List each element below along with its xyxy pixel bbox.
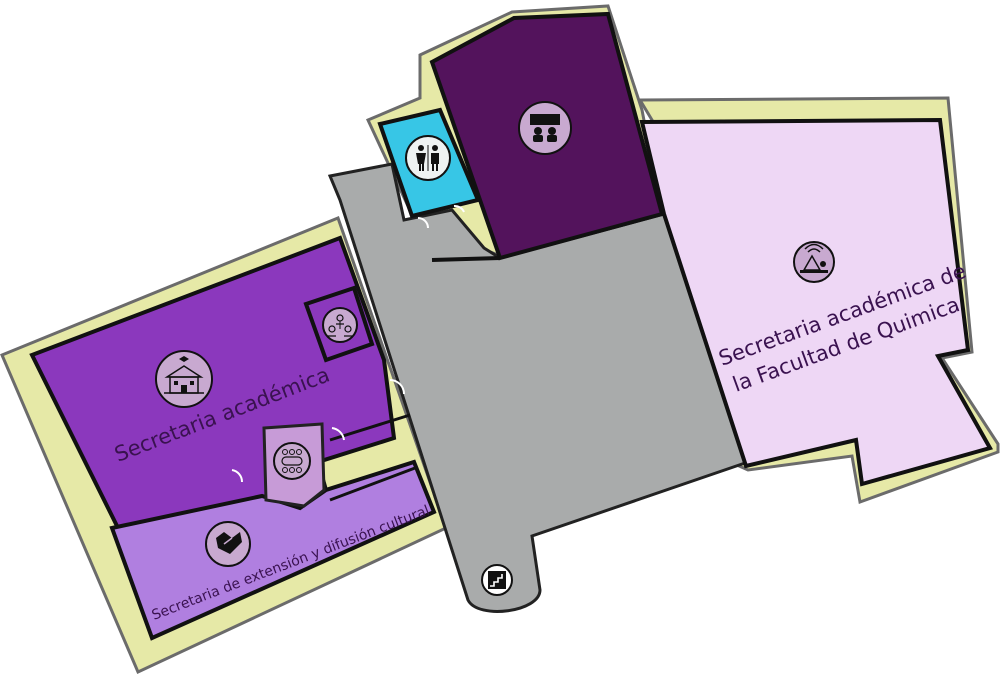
interior-wall: [431, 256, 501, 262]
meeting-table-icon[interactable]: [273, 442, 311, 480]
people-network-icon[interactable]: [322, 307, 358, 343]
presentation-screen-icon[interactable]: [518, 101, 572, 155]
chemistry-lab-icon[interactable]: [793, 241, 835, 283]
school-building-icon[interactable]: [155, 350, 213, 408]
floor-plan-map: Secretaria académica Secretaria de exten…: [0, 4, 1000, 675]
stairs-icon[interactable]: [481, 564, 513, 596]
handshake-icon[interactable]: [205, 521, 251, 567]
restroom-icon[interactable]: [405, 135, 451, 181]
